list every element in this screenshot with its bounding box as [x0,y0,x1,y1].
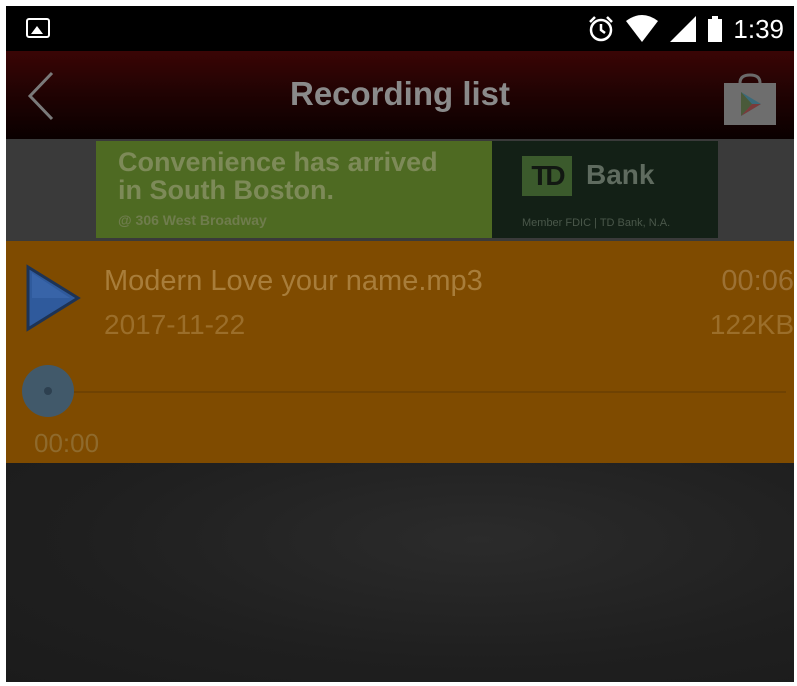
seek-thumb[interactable] [22,365,74,417]
ad-fine-print: Member FDIC | TD Bank, N.A. [522,217,671,229]
play-store-icon [724,73,776,125]
seek-bar[interactable] [46,391,786,393]
title-bar: Recording list [6,51,794,139]
ad-address: @ 306 West Broadway [118,212,267,228]
status-icons: 1:39 [587,12,784,46]
recording-list-item[interactable]: Modern Love your name.mp3 2017-11-22 00:… [6,241,794,463]
play-store-button[interactable] [722,73,778,127]
playback-position: 00:00 [34,428,100,458]
ad-brand: Bank [586,159,655,190]
ad-banner[interactable]: Convenience has arrived in South Boston.… [6,139,794,241]
status-bar: 1:39 [6,6,794,51]
td-logo: TD [522,156,572,196]
play-button[interactable] [22,263,82,333]
recording-size: 122KB [709,309,794,340]
recording-duration: 00:06 [721,265,794,297]
alarm-icon [589,16,614,42]
ad-headline-2: in South Boston. [118,175,334,205]
recording-file-name: Modern Love your name.mp3 [104,265,483,297]
ad-text-panel: Convenience has arrived in South Boston.… [96,141,492,238]
cell-signal-icon [670,16,697,42]
app-screen: 1:39 Recording list Convenience has arri… [6,6,794,682]
empty-list-area [6,463,794,682]
image-icon [26,18,50,38]
ad-headline: Convenience has arrived [118,147,438,177]
status-time: 1:39 [733,13,784,44]
recording-date: 2017-11-22 [104,309,246,340]
wifi-icon [626,15,659,42]
play-icon [26,264,81,332]
page-title: Recording list [289,75,511,112]
ad-brand-panel: TD Bank Member FDIC | TD Bank, N.A. [492,141,718,238]
battery-icon [708,16,723,42]
